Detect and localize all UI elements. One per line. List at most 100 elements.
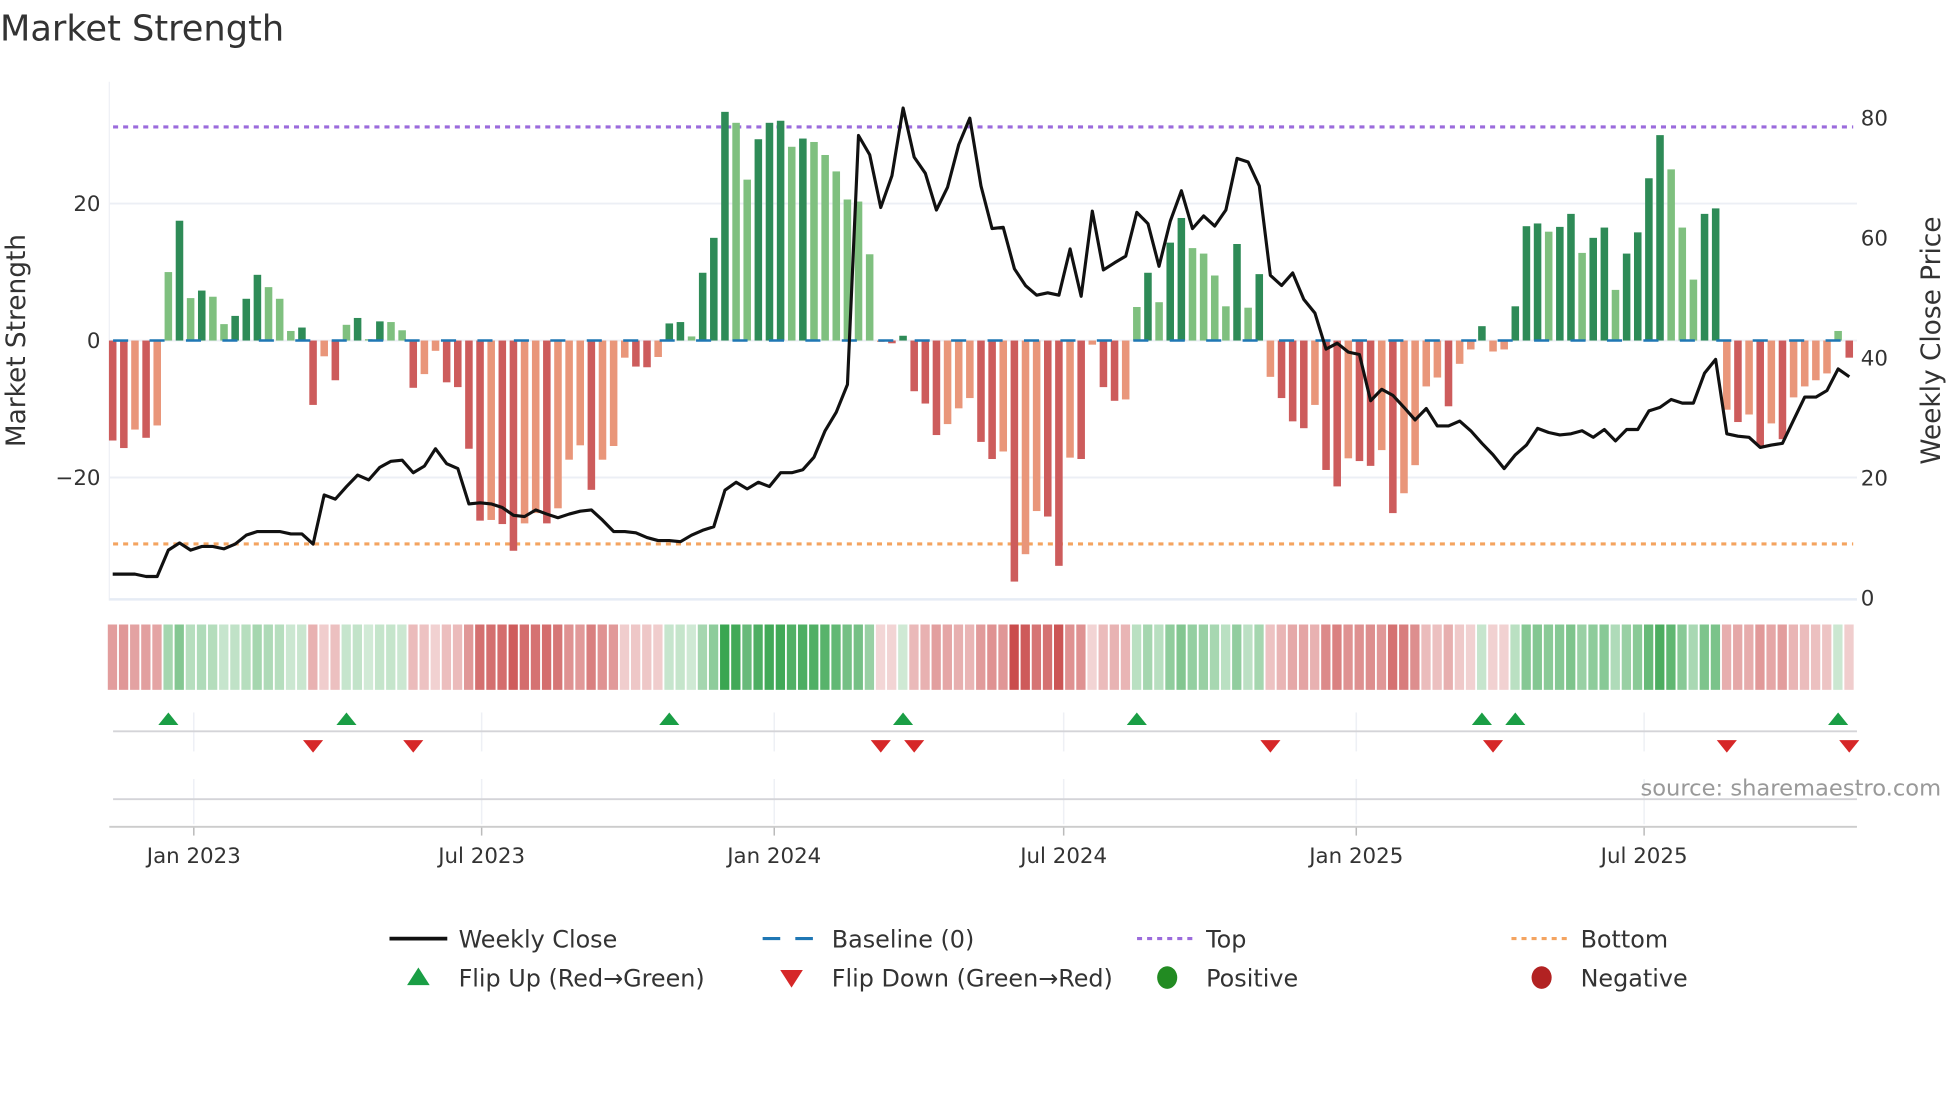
negative-strength-bar — [1010, 340, 1019, 582]
heatmap-cell — [1655, 624, 1665, 690]
negative-strength-bar — [1444, 340, 1453, 407]
heatmap-cell — [475, 624, 485, 690]
negative-strength-bar — [1767, 340, 1776, 424]
negative-strength-bar — [932, 340, 941, 436]
market-strength-chart: Market Strength 20 0 −20 80 60 40 20 0 Jan 2023 J… — [0, 8, 1947, 992]
heatmap-cell — [942, 624, 952, 690]
y2-tick-label: 40 — [1861, 347, 1888, 372]
heatmap-cell — [553, 624, 563, 690]
heatmap-cell — [1421, 624, 1431, 690]
heatmap-cell — [263, 624, 273, 690]
positive-strength-bar — [1255, 274, 1264, 341]
negative-strength-bar — [1277, 340, 1286, 399]
negative-strength-bar — [454, 340, 462, 388]
negative-strength-bar — [1455, 340, 1464, 364]
flip-up-marker — [336, 712, 357, 726]
y2-tick-label: 20 — [1861, 467, 1888, 492]
positive-strength-bar — [1222, 306, 1230, 341]
heatmap-cell — [1232, 624, 1242, 690]
negative-strength-bar — [1066, 340, 1074, 458]
negative-strength-bar — [620, 340, 629, 358]
heatmap-cell — [564, 624, 574, 690]
triangle-up-icon — [407, 967, 430, 986]
heatmap-cell — [887, 624, 897, 690]
positive-strength-bar — [1166, 242, 1174, 341]
heatmap-cell — [597, 624, 607, 690]
heatmap-cell — [430, 624, 440, 690]
negative-strength-bar — [1734, 340, 1742, 423]
x-tick-label: Jan 2024 — [725, 844, 821, 869]
positive-strength-bar — [1834, 330, 1842, 341]
negative-strength-bar — [1745, 340, 1753, 415]
negative-strength-bar — [1411, 340, 1419, 466]
heatmap-cell — [1187, 624, 1197, 690]
heatmap-cell — [196, 624, 207, 690]
negative-strength-bar — [1333, 340, 1341, 487]
heatmap-cell — [1766, 624, 1776, 690]
flip-down-marker — [1716, 740, 1737, 753]
negative-strength-bar — [1055, 340, 1063, 566]
heatmap-cell — [1332, 624, 1342, 690]
heatmap-cell — [1143, 624, 1153, 690]
x-tick-label: Jan 2023 — [145, 844, 241, 869]
positive-strength-bar — [765, 122, 774, 341]
flip-up-marker — [158, 712, 179, 726]
positive-strength-bar — [398, 330, 406, 341]
flip-markers — [158, 712, 1860, 753]
flip-up-marker — [659, 712, 680, 726]
heatmap-cell — [1076, 624, 1086, 690]
heatmap-cell — [1610, 624, 1620, 690]
heatmap-cell — [1833, 624, 1843, 690]
positive-strength-bar — [1544, 231, 1553, 341]
positive-strength-bar — [1199, 253, 1208, 341]
heatmap-cell — [1588, 624, 1598, 690]
positive-strength-bar — [253, 274, 262, 341]
positive-strength-bar — [298, 327, 306, 341]
positive-strength-bar — [1177, 217, 1186, 341]
heatmap-cell — [464, 624, 474, 690]
heatmap-cell — [1365, 624, 1375, 690]
heatmap-cell — [608, 624, 619, 690]
heatmap-cell — [731, 624, 741, 690]
circle-icon — [1157, 966, 1178, 989]
heatmap-cell — [1198, 624, 1209, 690]
positive-strength-bar — [387, 322, 395, 341]
heatmap-cell — [1643, 624, 1654, 690]
heatmap-cell — [374, 624, 385, 690]
heatmap-cell — [1131, 624, 1142, 690]
positive-strength-bar — [1711, 208, 1720, 341]
negative-strength-bar — [531, 340, 540, 514]
negative-strength-bar — [476, 340, 484, 521]
heatmap-cell — [1220, 624, 1231, 690]
heatmap-cell — [452, 624, 463, 690]
negative-strength-bar — [1778, 340, 1787, 440]
positive-strength-bar — [821, 154, 829, 341]
heatmap-cell — [1287, 624, 1298, 690]
positive-strength-bar — [1633, 232, 1642, 341]
positive-strength-bar — [1522, 226, 1531, 341]
heatmap-cell — [230, 624, 240, 690]
heatmap-cell — [330, 624, 340, 690]
flip-up-marker — [1126, 712, 1147, 726]
negative-strength-bar — [632, 340, 640, 367]
heatmap-cell — [809, 624, 819, 690]
negative-strength-bar — [1099, 340, 1108, 388]
heatmap-cell — [1321, 624, 1331, 690]
heatmap-cell — [586, 624, 596, 690]
heatmap-cell — [1109, 624, 1119, 690]
positive-strength-bar — [1667, 169, 1675, 341]
heatmap-cell — [107, 624, 118, 690]
heatmap-cell — [1165, 624, 1175, 690]
positive-strength-bar — [754, 139, 763, 341]
heatmap-cell — [486, 624, 496, 690]
triangle-down-icon — [780, 970, 803, 988]
negative-strength-bar — [509, 340, 518, 551]
negative-strength-bar — [1489, 340, 1497, 352]
flip-up-marker — [1828, 712, 1849, 726]
heatmap-cell — [1632, 624, 1643, 690]
heatmap-cell — [1265, 624, 1275, 690]
heatmap-cell — [1243, 624, 1253, 690]
heatmap-cell — [931, 624, 941, 690]
heatmap-cell — [1510, 624, 1520, 690]
negative-strength-bar — [910, 340, 918, 392]
